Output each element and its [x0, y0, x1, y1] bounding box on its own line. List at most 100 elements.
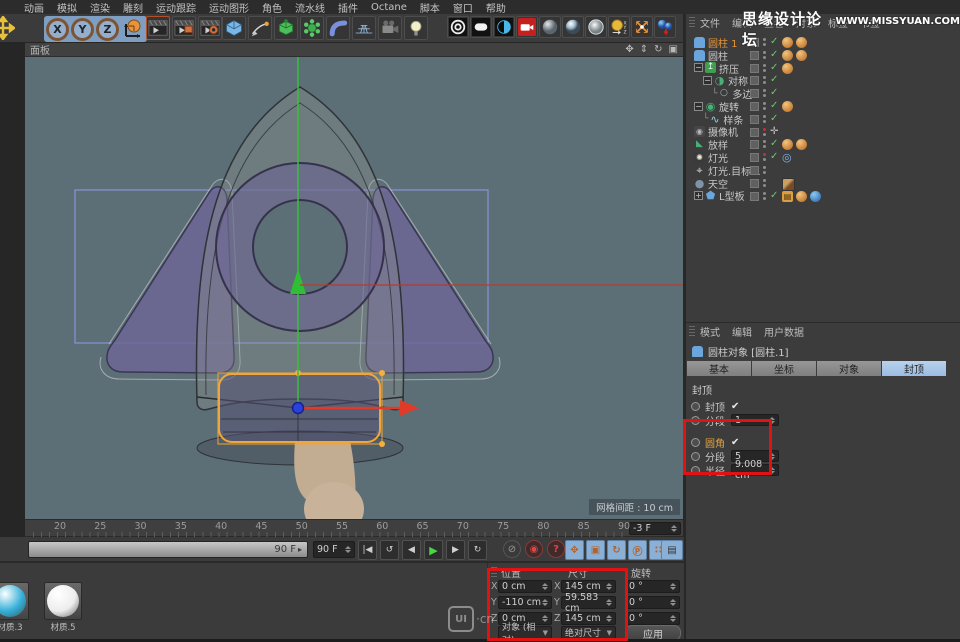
material-tag[interactable] [782, 63, 793, 74]
environment-floor-button[interactable] [352, 16, 376, 40]
menubar-item-5[interactable]: 运动图形 [209, 0, 249, 15]
layer-color-swatch[interactable] [750, 153, 759, 162]
timeline-ruler[interactable]: -3 F 202530354045505560657075808590 [25, 519, 683, 537]
visibility-dots[interactable] [763, 179, 766, 187]
checkbox-checked-icon[interactable]: ✔ [731, 401, 739, 412]
attribute-value-field[interactable]: 9.008 cm [731, 464, 779, 476]
octane-camera-button[interactable] [516, 16, 538, 38]
stepper-icon[interactable] [670, 599, 676, 606]
visibility-dots[interactable] [763, 153, 766, 161]
tab-坐标[interactable]: 坐标 [752, 361, 816, 376]
selection-handle[interactable] [379, 370, 385, 376]
octane-material-glass-button[interactable] [585, 16, 607, 38]
keyframe-dot-icon[interactable] [691, 452, 700, 461]
menubar-item-3[interactable]: 雕刻 [123, 0, 143, 15]
visibility-dots[interactable] [763, 115, 766, 123]
layer-color-swatch[interactable] [750, 140, 759, 149]
render-settings-button[interactable] [198, 16, 222, 40]
x-axis-handle[interactable] [400, 400, 419, 416]
visibility-dots[interactable] [763, 102, 766, 110]
current-frame-field[interactable]: 90 F [313, 541, 355, 558]
stepper-icon[interactable] [542, 583, 548, 590]
panel-grip-icon[interactable] [491, 566, 497, 577]
pan-view-icon[interactable]: ✥ [625, 44, 633, 55]
octane-material-shiny-button[interactable] [562, 16, 584, 38]
material-tag[interactable] [796, 191, 807, 202]
collapse-icon[interactable]: − [694, 63, 703, 72]
octane-material-matte-button[interactable] [539, 16, 561, 38]
move-tool-icon[interactable] [0, 16, 15, 40]
material-tag[interactable] [782, 139, 793, 150]
position-y-field[interactable]: -110 cm [498, 596, 552, 609]
stepper-icon[interactable] [606, 583, 612, 590]
menubar-item-8[interactable]: 插件 [338, 0, 358, 15]
menubar-item-4[interactable]: 运动跟踪 [156, 0, 196, 15]
selection-handle[interactable] [379, 441, 385, 447]
visibility-dots[interactable] [763, 140, 766, 148]
viewport-3d[interactable]: 网格间距 : 10 cm [25, 57, 683, 519]
octane-xyz-ball-button[interactable]: XYZ [608, 16, 630, 38]
menubar-item-2[interactable]: 渲染 [90, 0, 110, 15]
visibility-dots[interactable] [763, 128, 766, 136]
size-z-field[interactable]: 145 cm [561, 612, 616, 625]
lock-x-button[interactable]: X [46, 18, 69, 41]
enabled-check-icon[interactable]: ✓ [770, 49, 778, 60]
material-thumb-0[interactable]: 材质.3 [0, 582, 29, 633]
enabled-check-icon[interactable]: ✓ [770, 138, 778, 149]
menubar-item-11[interactable]: 窗口 [453, 0, 473, 15]
size-mode-select[interactable]: 绝对尺寸▼ [561, 626, 616, 639]
stepper-icon[interactable] [769, 417, 775, 424]
menubar-item-10[interactable]: 脚本 [420, 0, 440, 15]
menubar-item-0[interactable]: 动画 [24, 0, 44, 15]
material-tag[interactable] [782, 50, 793, 61]
panel-grip-icon[interactable] [689, 325, 695, 336]
panel-grip-icon[interactable] [689, 16, 695, 27]
camera-toggle-icon[interactable]: ✛ [770, 126, 778, 137]
menubar-item-9[interactable]: Octane [371, 2, 407, 13]
light-button[interactable] [404, 16, 428, 40]
visibility-dots[interactable] [763, 76, 766, 84]
enabled-check-icon[interactable]: ✓ [770, 62, 778, 73]
om-menu-item-0[interactable]: 文件 [700, 15, 720, 30]
rotation-field-0[interactable]: 0 ° [625, 580, 680, 593]
keyframe-dot-icon[interactable] [691, 438, 700, 447]
prev-frame-button[interactable]: ◀ [402, 540, 421, 560]
stepper-icon[interactable] [606, 615, 612, 622]
autokey-button[interactable]: ◉ [525, 540, 543, 558]
material-tag[interactable] [796, 50, 807, 61]
loop-button[interactable]: ↺ [380, 540, 399, 560]
object-row-3[interactable]: −◑对称✓ [686, 74, 960, 87]
mograph-button[interactable] [300, 16, 324, 40]
orbit-view-icon[interactable]: ↻ [654, 44, 662, 55]
material-thumb-1[interactable]: 材质.5 [44, 582, 82, 633]
film-tag[interactable]: ▤ [782, 191, 793, 202]
stepper-icon[interactable] [542, 615, 548, 622]
layer-color-swatch[interactable] [750, 76, 759, 85]
stepper-icon[interactable] [769, 453, 775, 460]
stepper-icon[interactable] [670, 615, 676, 622]
expand-icon[interactable]: + [694, 191, 703, 200]
enabled-check-icon[interactable]: ✓ [770, 190, 778, 201]
am-menu-item-2[interactable]: 用户数据 [764, 324, 804, 339]
viewport-panel-label[interactable]: 面板 [30, 42, 50, 57]
octane-halfmoon-button[interactable] [493, 16, 515, 38]
visibility-dots[interactable] [763, 166, 766, 174]
menubar-item-6[interactable]: 角色 [262, 0, 282, 15]
parameter-key-toggle[interactable]: Ⓟ [628, 540, 647, 560]
visibility-dots[interactable] [763, 64, 766, 72]
enabled-check-icon[interactable]: ✓ [770, 87, 778, 98]
visibility-dots[interactable] [763, 192, 766, 200]
layer-color-swatch[interactable] [750, 89, 759, 98]
generators-button[interactable] [274, 16, 298, 40]
enabled-check-icon[interactable]: ✓ [770, 100, 778, 111]
lock-z-button[interactable]: Z [96, 18, 119, 41]
tab-基本[interactable]: 基本 [687, 361, 751, 376]
keyframe-dot-icon[interactable] [691, 402, 700, 411]
record-button[interactable]: ⊘ [503, 540, 521, 558]
layer-color-swatch[interactable] [750, 166, 759, 175]
layer-color-swatch[interactable] [750, 102, 759, 111]
size-y-field[interactable]: 59.583 cm [561, 596, 616, 609]
keyframe-dot-icon[interactable] [691, 466, 700, 475]
origin-point[interactable] [293, 403, 304, 414]
goto-end-button[interactable]: ↻ [468, 540, 487, 560]
